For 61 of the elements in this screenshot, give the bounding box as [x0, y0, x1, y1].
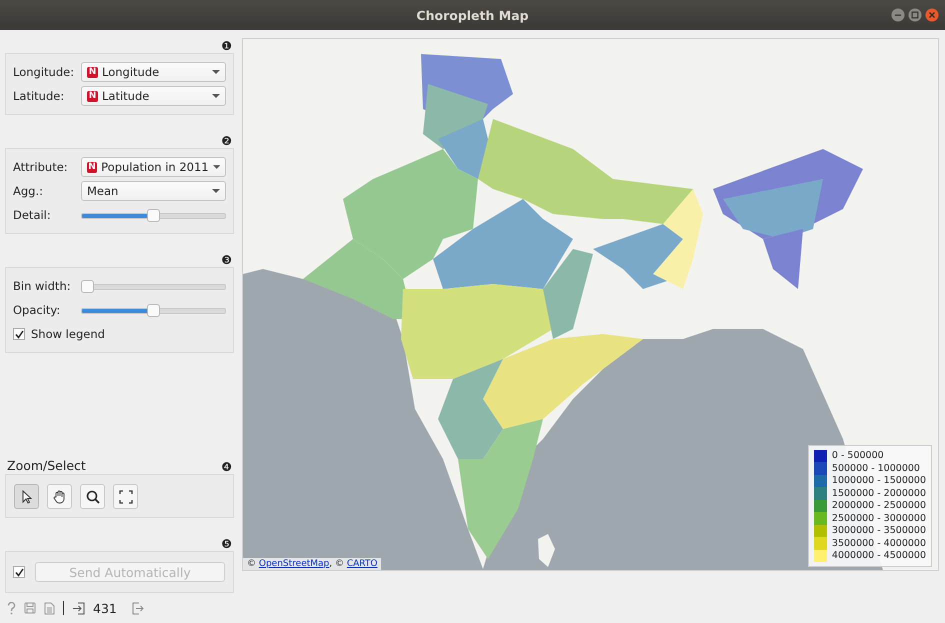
legend-label: 3500000 - 4000000 — [832, 538, 926, 549]
type-badge: N — [87, 162, 98, 172]
legend-label: 1000000 - 1500000 — [832, 475, 926, 486]
field-label: Agg.: — [13, 184, 44, 198]
field-label: Detail: — [13, 208, 52, 222]
caret-icon — [212, 189, 220, 193]
dropdown[interactable]: N Latitude — [81, 86, 226, 106]
field-label: Longitude: — [13, 65, 76, 79]
legend-label: 2500000 - 3000000 — [832, 512, 926, 524]
caret-icon — [212, 94, 220, 98]
legend-label: 500000 - 1000000 — [832, 462, 920, 474]
field-label: Bin width: — [13, 279, 72, 293]
section-number: ❸ — [221, 254, 232, 266]
field-label: Opacity: — [13, 303, 62, 317]
tool-button[interactable] — [113, 484, 138, 509]
tool-button[interactable] — [80, 484, 105, 509]
input-icon[interactable] — [72, 602, 85, 614]
output-icon[interactable] — [130, 602, 144, 614]
tool-button[interactable] — [14, 484, 39, 509]
slider-handle[interactable] — [147, 304, 160, 316]
caret-icon — [212, 165, 220, 169]
type-badge: N — [87, 66, 98, 78]
save-icon[interactable] — [24, 602, 36, 614]
slider[interactable] — [81, 304, 226, 316]
section-number: ❹ — [221, 461, 232, 473]
slider-handle[interactable] — [81, 280, 94, 292]
attribution-link[interactable]: CARTO — [346, 559, 378, 569]
slider[interactable] — [81, 208, 226, 222]
attribution-text: © — [247, 559, 257, 569]
slider[interactable] — [81, 280, 226, 292]
checkbox[interactable] — [13, 328, 25, 340]
document-icon[interactable] — [44, 602, 55, 614]
dropdown[interactable]: N Population in 2011 — [81, 157, 226, 177]
slider-handle[interactable] — [147, 208, 160, 222]
window-title: Choropleth Map — [416, 8, 529, 22]
checkbox-label: Show legend — [31, 327, 105, 341]
fit-view-icon — [116, 488, 134, 506]
minimize-icon[interactable] — [891, 8, 905, 22]
close-icon[interactable] — [925, 8, 939, 22]
type-badge: N — [87, 90, 98, 102]
dropdown[interactable]: N Longitude — [81, 62, 226, 82]
field-label: Latitude: — [13, 89, 66, 103]
section-title: Zoom/Select — [7, 458, 86, 473]
maximize-icon[interactable] — [908, 8, 922, 22]
tool-button[interactable] — [47, 484, 72, 509]
help-icon[interactable] — [7, 602, 16, 614]
legend-label: 1500000 - 2000000 — [832, 488, 926, 499]
section-number: ❶ — [221, 40, 232, 52]
legend-label: 0 - 500000 — [832, 450, 884, 462]
legend-label: 2000000 - 2500000 — [832, 500, 926, 512]
attribution-link[interactable]: OpenStreetMap — [258, 559, 330, 569]
section-number: ❺ — [221, 538, 232, 550]
search-icon — [84, 488, 102, 506]
attribution-text: , © — [329, 559, 345, 569]
legend-label: 4000000 - 4500000 — [832, 550, 926, 562]
data-count: 431 — [93, 600, 117, 616]
caret-icon — [212, 70, 220, 74]
field-label: Attribute: — [13, 160, 69, 174]
section-number: ❷ — [221, 135, 232, 147]
dropdown[interactable]: Mean — [81, 181, 226, 201]
legend-label: 3000000 - 3500000 — [832, 525, 926, 536]
